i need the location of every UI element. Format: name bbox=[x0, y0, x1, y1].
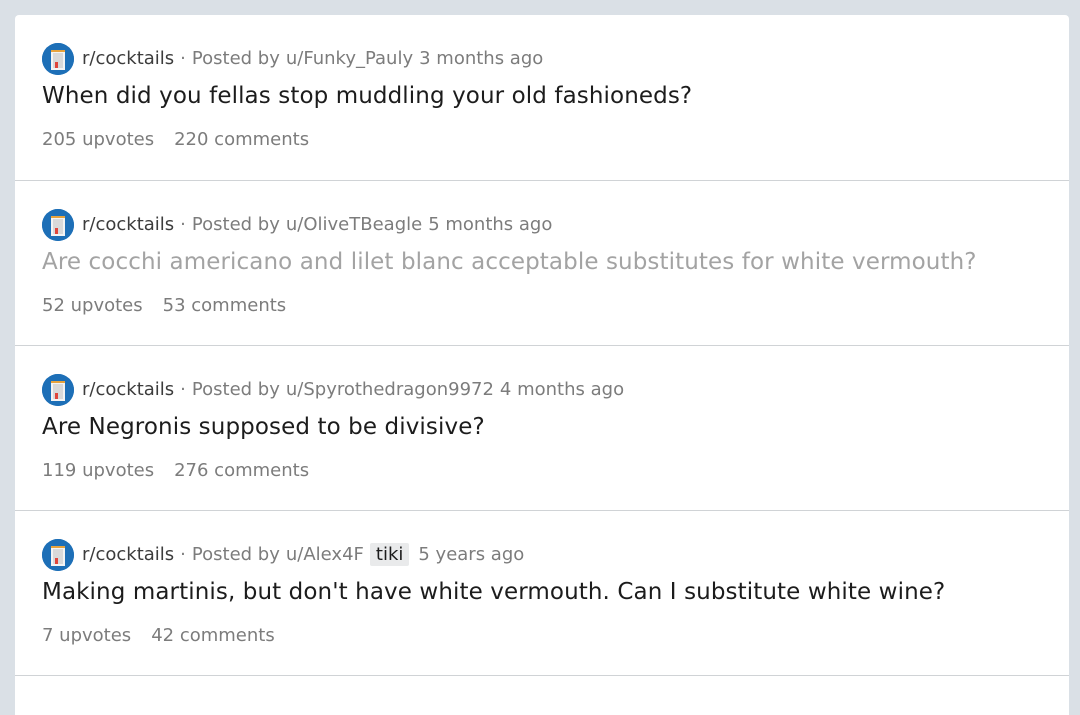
subreddit-link[interactable]: r/cocktails bbox=[82, 214, 174, 235]
author-link[interactable]: u/Alex4F bbox=[286, 544, 364, 565]
comments-link[interactable]: 276 comments bbox=[174, 460, 309, 481]
post-item[interactable]: r/cocktails · Posted by u/OliveTBeagle 5… bbox=[15, 181, 1069, 346]
comments-link[interactable]: 42 comments bbox=[151, 625, 275, 646]
cocktails-subreddit-icon[interactable] bbox=[42, 208, 74, 241]
posted-by-label: Posted by bbox=[191, 48, 280, 69]
subreddit-link[interactable]: r/cocktails bbox=[82, 544, 174, 565]
post-time[interactable]: 4 months ago bbox=[500, 379, 624, 400]
upvote-count: 205 upvotes bbox=[42, 129, 155, 150]
upvote-count: 52 upvotes bbox=[42, 295, 143, 316]
post-title[interactable]: Are cocchi americano and lilet blanc acc… bbox=[42, 249, 977, 275]
post-stats: 205 upvotes 220 comments bbox=[42, 129, 309, 150]
upvote-count: 7 upvotes bbox=[42, 625, 132, 646]
cocktails-subreddit-icon[interactable] bbox=[42, 373, 74, 406]
posted-by-label: Posted by bbox=[191, 214, 280, 235]
comments-link[interactable]: 53 comments bbox=[163, 295, 287, 316]
post-meta: r/cocktails · Posted by u/OliveTBeagle 5… bbox=[42, 208, 552, 241]
meta-separator: · bbox=[180, 214, 186, 235]
post-meta: r/cocktails · Posted by u/Spyrothedragon… bbox=[42, 373, 624, 406]
subreddit-link[interactable]: r/cocktails bbox=[82, 379, 174, 400]
post-meta: r/cocktails · Posted by u/Funky_Pauly 3 … bbox=[42, 42, 543, 75]
meta-separator: · bbox=[180, 544, 186, 565]
cocktails-subreddit-icon[interactable] bbox=[42, 538, 74, 571]
post-time[interactable]: 5 years ago bbox=[418, 544, 524, 565]
posted-by-label: Posted by bbox=[191, 544, 280, 565]
post-title[interactable]: When did you fellas stop muddling your o… bbox=[42, 83, 692, 109]
post-item[interactable]: r/cocktails · Posted by u/Funky_Pauly 3 … bbox=[15, 15, 1069, 181]
post-stats: 52 upvotes 53 comments bbox=[42, 295, 286, 316]
post-time[interactable]: 3 months ago bbox=[419, 48, 543, 69]
post-title[interactable]: Are Negronis supposed to be divisive? bbox=[42, 414, 485, 440]
author-link[interactable]: u/OliveTBeagle bbox=[286, 214, 422, 235]
post-stats: 7 upvotes 42 comments bbox=[42, 625, 275, 646]
meta-separator: · bbox=[180, 48, 186, 69]
post-flair[interactable]: tiki bbox=[369, 543, 410, 566]
posted-by-label: Posted by bbox=[191, 379, 280, 400]
author-link[interactable]: u/Spyrothedragon9972 bbox=[286, 379, 494, 400]
comments-link[interactable]: 220 comments bbox=[174, 129, 309, 150]
subreddit-link[interactable]: r/cocktails bbox=[82, 48, 174, 69]
author-link[interactable]: u/Funky_Pauly bbox=[286, 48, 413, 69]
meta-separator: · bbox=[180, 379, 186, 400]
post-meta: r/cocktails · Posted by u/Alex4F tiki 5 … bbox=[42, 538, 524, 571]
post-item[interactable]: r/cocktails · Posted by u/Alex4F tiki 5 … bbox=[15, 511, 1069, 676]
post-item[interactable]: r/cocktails · Posted by u/Spyrothedragon… bbox=[15, 346, 1069, 511]
post-stats: 119 upvotes 276 comments bbox=[42, 460, 309, 481]
post-time[interactable]: 5 months ago bbox=[428, 214, 552, 235]
post-list: r/cocktails · Posted by u/Funky_Pauly 3 … bbox=[15, 15, 1069, 715]
upvote-count: 119 upvotes bbox=[42, 460, 155, 481]
cocktails-subreddit-icon[interactable] bbox=[42, 42, 74, 75]
post-title[interactable]: Making martinis, but don't have white ve… bbox=[42, 579, 945, 605]
